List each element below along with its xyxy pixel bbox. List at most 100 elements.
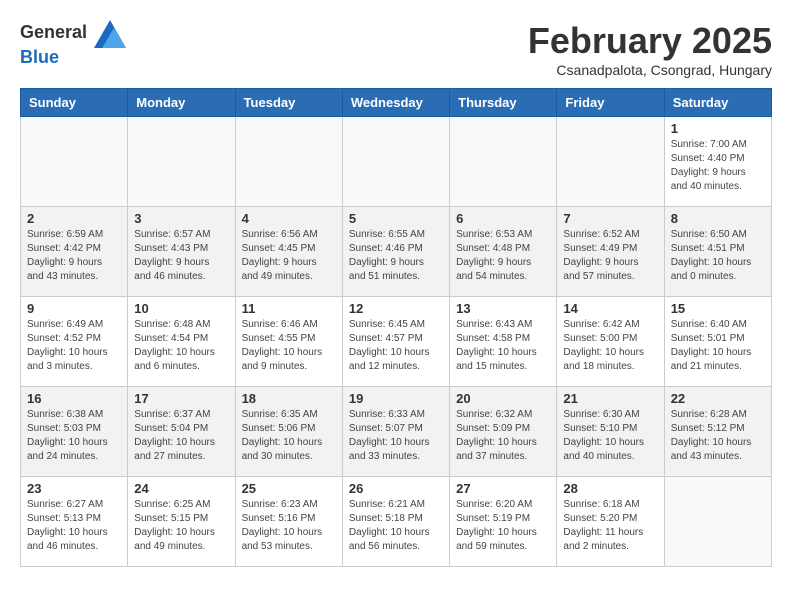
day-info: Sunrise: 7:00 AM Sunset: 4:40 PM Dayligh… <box>671 138 765 194</box>
weekday-header-tuesday: Tuesday <box>235 89 342 117</box>
calendar-day-cell: 9 Sunrise: 6:49 AM Sunset: 4:52 PM Daylig… <box>21 297 128 387</box>
calendar-day-cell <box>128 117 235 207</box>
logo-text-blue: Blue <box>20 48 126 68</box>
calendar-day-cell: 6Sunrise: 6:53 AM Sunset: 4:48 PM Daylig… <box>450 207 557 297</box>
day-number: 19 <box>349 391 443 406</box>
calendar-table: SundayMondayTuesdayWednesdayThursdayFrid… <box>20 88 772 567</box>
day-info: Sunrise: 6:27 AM Sunset: 5:13 PM Dayligh… <box>27 498 121 554</box>
calendar-day-cell: 13Sunrise: 6:43 AM Sunset: 4:58 PM Dayli… <box>450 297 557 387</box>
day-number: 26 <box>349 481 443 496</box>
day-number: 22 <box>671 391 765 406</box>
day-number: 24 <box>134 481 228 496</box>
weekday-header-row: SundayMondayTuesdayWednesdayThursdayFrid… <box>21 89 772 117</box>
calendar-day-cell: 5 Sunrise: 6:55 AM Sunset: 4:46 PM Daylig… <box>342 207 449 297</box>
calendar-day-cell: 11 Sunrise: 6:46 AM Sunset: 4:55 PM Dayli… <box>235 297 342 387</box>
day-info: Sunrise: 6:28 AM Sunset: 5:12 PM Dayligh… <box>671 408 765 464</box>
day-number: 4 <box>242 211 336 226</box>
calendar-subtitle: Csanadpalota, Csongrad, Hungary <box>528 62 772 78</box>
day-number: 15 <box>671 301 765 316</box>
day-number: 9 <box>27 301 121 316</box>
day-info: Sunrise: 6:46 AM Sunset: 4:55 PM Dayligh… <box>242 318 336 374</box>
day-number: 25 <box>242 481 336 496</box>
day-number: 1 <box>671 121 765 136</box>
calendar-day-cell: 2Sunrise: 6:59 AM Sunset: 4:42 PM Daylig… <box>21 207 128 297</box>
day-info: Sunrise: 6:59 AM Sunset: 4:42 PM Dayligh… <box>27 228 121 284</box>
day-number: 11 <box>242 301 336 316</box>
day-info: Sunrise: 6:35 AM Sunset: 5:06 PM Dayligh… <box>242 408 336 464</box>
day-number: 12 <box>349 301 443 316</box>
calendar-day-cell: 24 Sunrise: 6:25 AM Sunset: 5:15 PM Dayli… <box>128 477 235 567</box>
calendar-day-cell: 23 Sunrise: 6:27 AM Sunset: 5:13 PM Dayli… <box>21 477 128 567</box>
calendar-day-cell <box>21 117 128 207</box>
day-info: Sunrise: 6:33 AM Sunset: 5:07 PM Dayligh… <box>349 408 443 464</box>
day-info: Sunrise: 6:49 AM Sunset: 4:52 PM Dayligh… <box>27 318 121 374</box>
calendar-day-cell: 1 Sunrise: 7:00 AM Sunset: 4:40 PM Daylig… <box>664 117 771 207</box>
calendar-day-cell: 16Sunrise: 6:38 AM Sunset: 5:03 PM Dayli… <box>21 387 128 477</box>
day-number: 23 <box>27 481 121 496</box>
calendar-day-cell: 21 Sunrise: 6:30 AM Sunset: 5:10 PM Dayli… <box>557 387 664 477</box>
calendar-week-row: 1 Sunrise: 7:00 AM Sunset: 4:40 PM Daylig… <box>21 117 772 207</box>
day-info: Sunrise: 6:37 AM Sunset: 5:04 PM Dayligh… <box>134 408 228 464</box>
day-info: Sunrise: 6:21 AM Sunset: 5:18 PM Dayligh… <box>349 498 443 554</box>
weekday-header-thursday: Thursday <box>450 89 557 117</box>
day-info: Sunrise: 6:42 AM Sunset: 5:00 PM Dayligh… <box>563 318 657 374</box>
calendar-week-row: 23 Sunrise: 6:27 AM Sunset: 5:13 PM Dayli… <box>21 477 772 567</box>
page-header: General Blue February 2025 Csanadpalota,… <box>20 20 772 78</box>
day-number: 21 <box>563 391 657 406</box>
day-info: Sunrise: 6:23 AM Sunset: 5:16 PM Dayligh… <box>242 498 336 554</box>
calendar-day-cell: 14 Sunrise: 6:42 AM Sunset: 5:00 PM Dayli… <box>557 297 664 387</box>
day-info: Sunrise: 6:56 AM Sunset: 4:45 PM Dayligh… <box>242 228 336 284</box>
calendar-day-cell: 4 Sunrise: 6:56 AM Sunset: 4:45 PM Daylig… <box>235 207 342 297</box>
day-info: Sunrise: 6:30 AM Sunset: 5:10 PM Dayligh… <box>563 408 657 464</box>
weekday-header-sunday: Sunday <box>21 89 128 117</box>
day-info: Sunrise: 6:38 AM Sunset: 5:03 PM Dayligh… <box>27 408 121 464</box>
day-info: Sunrise: 6:48 AM Sunset: 4:54 PM Dayligh… <box>134 318 228 374</box>
day-info: Sunrise: 6:45 AM Sunset: 4:57 PM Dayligh… <box>349 318 443 374</box>
day-info: Sunrise: 6:50 AM Sunset: 4:51 PM Dayligh… <box>671 228 765 284</box>
day-number: 28 <box>563 481 657 496</box>
calendar-day-cell: 15Sunrise: 6:40 AM Sunset: 5:01 PM Dayli… <box>664 297 771 387</box>
calendar-day-cell: 19 Sunrise: 6:33 AM Sunset: 5:07 PM Dayli… <box>342 387 449 477</box>
day-number: 14 <box>563 301 657 316</box>
day-info: Sunrise: 6:25 AM Sunset: 5:15 PM Dayligh… <box>134 498 228 554</box>
day-number: 5 <box>349 211 443 226</box>
calendar-day-cell <box>664 477 771 567</box>
calendar-day-cell: 3 Sunrise: 6:57 AM Sunset: 4:43 PM Daylig… <box>128 207 235 297</box>
weekday-header-wednesday: Wednesday <box>342 89 449 117</box>
day-info: Sunrise: 6:18 AM Sunset: 5:20 PM Dayligh… <box>563 498 657 554</box>
calendar-day-cell <box>557 117 664 207</box>
day-number: 3 <box>134 211 228 226</box>
title-section: February 2025 Csanadpalota, Csongrad, Hu… <box>528 20 772 78</box>
logo: General Blue <box>20 20 126 68</box>
calendar-day-cell: 18Sunrise: 6:35 AM Sunset: 5:06 PM Dayli… <box>235 387 342 477</box>
day-number: 17 <box>134 391 228 406</box>
logo-icon <box>94 20 126 48</box>
calendar-day-cell: 7Sunrise: 6:52 AM Sunset: 4:49 PM Daylig… <box>557 207 664 297</box>
day-number: 10 <box>134 301 228 316</box>
day-info: Sunrise: 6:55 AM Sunset: 4:46 PM Dayligh… <box>349 228 443 284</box>
calendar-day-cell: 12 Sunrise: 6:45 AM Sunset: 4:57 PM Dayli… <box>342 297 449 387</box>
weekday-header-saturday: Saturday <box>664 89 771 117</box>
calendar-day-cell <box>235 117 342 207</box>
day-info: Sunrise: 6:43 AM Sunset: 4:58 PM Dayligh… <box>456 318 550 374</box>
weekday-header-monday: Monday <box>128 89 235 117</box>
calendar-day-cell: 26 Sunrise: 6:21 AM Sunset: 5:18 PM Dayli… <box>342 477 449 567</box>
calendar-day-cell <box>450 117 557 207</box>
calendar-title: February 2025 <box>528 20 772 62</box>
calendar-day-cell: 10 Sunrise: 6:48 AM Sunset: 4:54 PM Dayli… <box>128 297 235 387</box>
calendar-week-row: 2Sunrise: 6:59 AM Sunset: 4:42 PM Daylig… <box>21 207 772 297</box>
day-number: 7 <box>563 211 657 226</box>
calendar-day-cell <box>342 117 449 207</box>
logo-general: General <box>20 20 126 48</box>
weekday-header-friday: Friday <box>557 89 664 117</box>
calendar-week-row: 9 Sunrise: 6:49 AM Sunset: 4:52 PM Daylig… <box>21 297 772 387</box>
calendar-day-cell: 28 Sunrise: 6:18 AM Sunset: 5:20 PM Dayli… <box>557 477 664 567</box>
calendar-week-row: 16Sunrise: 6:38 AM Sunset: 5:03 PM Dayli… <box>21 387 772 477</box>
day-info: Sunrise: 6:57 AM Sunset: 4:43 PM Dayligh… <box>134 228 228 284</box>
calendar-day-cell: 22 Sunrise: 6:28 AM Sunset: 5:12 PM Dayli… <box>664 387 771 477</box>
day-number: 6 <box>456 211 550 226</box>
day-number: 20 <box>456 391 550 406</box>
day-number: 27 <box>456 481 550 496</box>
calendar-day-cell: 20Sunrise: 6:32 AM Sunset: 5:09 PM Dayli… <box>450 387 557 477</box>
day-info: Sunrise: 6:20 AM Sunset: 5:19 PM Dayligh… <box>456 498 550 554</box>
